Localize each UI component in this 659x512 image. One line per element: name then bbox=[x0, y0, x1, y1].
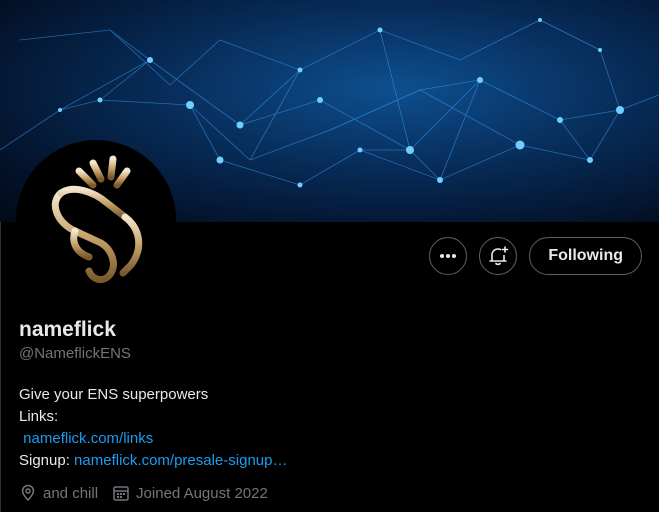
calendar-icon bbox=[113, 486, 129, 501]
bio-line: Give your ENS superpowers bbox=[19, 386, 209, 403]
profile-meta: and chill Joined August 2022 bbox=[19, 484, 268, 502]
joined-text: Joined August 2022 bbox=[136, 484, 268, 502]
joined-item: Joined August 2022 bbox=[112, 484, 268, 502]
location-text: and chill bbox=[43, 484, 99, 502]
notifications-button[interactable] bbox=[479, 237, 518, 275]
left-border bbox=[0, 222, 1, 512]
bio-links-row: nameflick.com/links bbox=[19, 428, 287, 450]
links-url-link[interactable]: nameflick.com/links bbox=[23, 430, 153, 447]
more-icon bbox=[440, 254, 457, 258]
profile-actions: Following bbox=[429, 237, 642, 275]
avatar[interactable] bbox=[16, 140, 176, 300]
location-item: and chill bbox=[19, 484, 98, 502]
bio-links-label: Links: bbox=[19, 408, 59, 425]
display-name: nameflick bbox=[19, 318, 116, 341]
bell-plus-icon bbox=[489, 246, 509, 266]
profile-bio: Give your ENS superpowers Links: namefli… bbox=[19, 384, 287, 472]
location-pin-icon bbox=[21, 484, 35, 502]
signup-label: Signup: bbox=[19, 452, 70, 469]
bio-signup-row: Signup: nameflick.com/presale-signup… bbox=[19, 450, 287, 472]
user-handle: @NameflickENS bbox=[19, 345, 131, 362]
signup-url-link[interactable]: nameflick.com/presale-signup… bbox=[74, 452, 287, 469]
snap-hand-logo-icon bbox=[51, 155, 143, 283]
more-button[interactable] bbox=[429, 237, 468, 275]
following-button[interactable]: Following bbox=[529, 237, 642, 275]
